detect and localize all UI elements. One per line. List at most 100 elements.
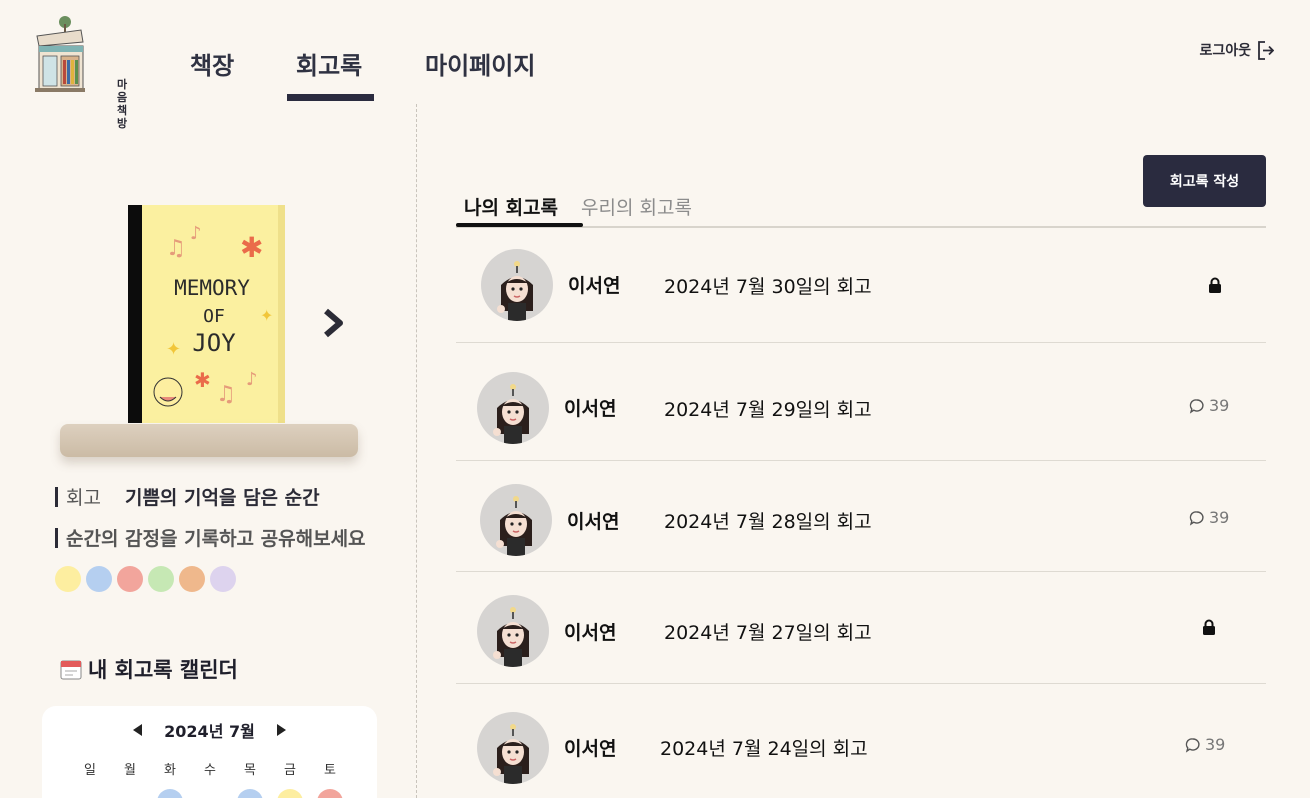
color-swatch[interactable] [210,566,236,592]
list-item[interactable]: 이서연 2024년 7월 27일의 회고 [456,572,1266,684]
book-cover[interactable]: ♫ ♪ ✱ ♫ ♪ ✱ ✦ ✦ MEMORY OF JOY [128,205,285,423]
avatar [477,372,549,444]
memoir-title: 2024년 7월 27일의 회고 [664,622,872,644]
svg-text:♪: ♪ [190,223,202,244]
color-swatch[interactable] [148,566,174,592]
logo[interactable]: 마음 책방 [33,16,127,130]
book-cover-illustration: ♫ ♪ ✱ ♫ ♪ ✱ ✦ ✦ MEMORY OF JOY [128,205,285,423]
weekday-label: 토 [324,763,336,778]
color-swatch[interactable] [179,566,205,592]
svg-text:✱: ✱ [194,368,211,392]
bookstore-logo-icon [35,16,85,92]
calendar-day-dot[interactable] [277,789,303,798]
book-description: 순간의 감정을 기록하고 공유해보세요 [66,528,366,550]
nav-mypage[interactable]: 마이페이지 [425,46,535,81]
tab-my-memoirs[interactable]: 나의 회고록 [464,193,558,220]
comment-icon [1189,398,1204,414]
list-item[interactable]: 이서연 2024년 7월 28일의 회고 39 [456,461,1266,572]
book-description-line: 순간의 감정을 기록하고 공유해보세요 [55,524,366,551]
panel-divider [416,104,417,798]
memoir-title: 2024년 7월 30일의 회고 [664,276,872,298]
calendar-day[interactable] [77,789,103,798]
author-name: 이서연 [564,398,617,420]
book-cover-text-1: MEMORY [174,276,250,300]
comment-count: 39 [1189,396,1229,415]
comment-count: 39 [1189,508,1229,527]
memoji-avatar-icon [493,724,529,784]
memoji-avatar-icon [493,607,529,667]
svg-text:♫: ♫ [216,382,236,407]
book-title: 기쁨의 기억을 담은 순간 [124,487,320,509]
memoir-title: 2024년 7월 28일의 회고 [664,511,872,533]
chevron-right-icon[interactable] [318,303,350,343]
weekday-label: 목 [244,763,256,778]
logout-label: 로그아웃 [1199,43,1251,59]
calendar-day-dot[interactable] [237,789,263,798]
avatar [481,249,553,321]
calendar-title-text: 내 회고록 캘린더 [88,658,238,682]
svg-text:✦: ✦ [260,306,273,325]
calendar-day[interactable] [197,789,223,798]
calendar-header: 2024년 7월 [42,718,377,742]
book-category: 회고 [66,487,101,509]
calendar-day[interactable] [117,789,143,798]
svg-text:✦: ✦ [166,339,181,360]
next-month-icon[interactable] [276,724,286,736]
color-swatch[interactable] [117,566,143,592]
book-cover-text-2: OF [203,306,225,327]
color-swatch[interactable] [55,566,81,592]
memoji-avatar-icon [497,261,533,321]
list-item[interactable]: 이서연 2024년 7월 24일의 회고 39 [456,684,1266,798]
author-name: 이서연 [567,511,620,533]
book-cover-text-3: JOY [192,329,236,357]
author-name: 이서연 [564,622,617,644]
emotion-color-swatches [55,566,236,592]
comment-icon [1185,737,1200,753]
logo-text: 마음 책방 [117,78,128,130]
svg-text:✱: ✱ [240,231,263,264]
avatar [477,712,549,784]
calendar-day-dot[interactable] [317,789,343,798]
author-name: 이서연 [568,275,621,297]
calendar-day-dot[interactable] [157,789,183,798]
lock-icon [1203,619,1215,635]
comment-count: 39 [1185,735,1225,754]
svg-text:♪: ♪ [246,369,258,390]
avatar [477,595,549,667]
logout-button[interactable]: 로그아웃 [1199,40,1274,60]
avatar [480,484,552,556]
calendar-month: 2024년 7월 [164,722,255,741]
nav-memoir[interactable]: 회고록 [296,46,362,81]
calendar-widget: 2024년 7월 일 월 화 수 목 금 토 [42,706,377,798]
active-tab-indicator [456,223,583,227]
author-name: 이서연 [564,738,617,760]
comment-count-value: 39 [1209,508,1230,527]
nav-bookshelf[interactable]: 책장 [190,46,234,81]
calendar-day-row [70,789,350,798]
comment-count-value: 39 [1205,735,1226,754]
memoji-avatar-icon [493,384,529,444]
memoir-title: 2024년 7월 29일의 회고 [664,399,872,421]
color-swatch[interactable] [86,566,112,592]
calendar-weekdays: 일 월 화 수 목 금 토 [70,759,350,778]
lock-icon [1209,277,1221,293]
memoir-title: 2024년 7월 24일의 회고 [660,738,868,760]
list-item[interactable]: 이서연 2024년 7월 29일의 회고 39 [456,343,1266,461]
weekday-label: 월 [124,763,136,778]
calendar-icon [60,660,82,680]
logout-icon [1258,40,1274,60]
prev-month-icon[interactable] [133,724,143,736]
tab-our-memoirs[interactable]: 우리의 회고록 [581,193,692,220]
accent-bar [55,487,58,507]
accent-bar [55,528,58,548]
comment-count-value: 39 [1209,396,1230,415]
memoir-tabs: 나의 회고록 우리의 회고록 [456,190,1266,228]
comment-icon [1189,510,1204,526]
calendar-title: 내 회고록 캘린더 [60,654,238,684]
weekday-label: 화 [164,763,176,778]
list-item[interactable]: 이서연 2024년 7월 30일의 회고 [456,228,1266,343]
weekday-label: 금 [284,763,296,778]
weekday-label: 일 [84,763,96,778]
weekday-label: 수 [204,763,216,778]
memoji-avatar-icon [496,496,532,556]
